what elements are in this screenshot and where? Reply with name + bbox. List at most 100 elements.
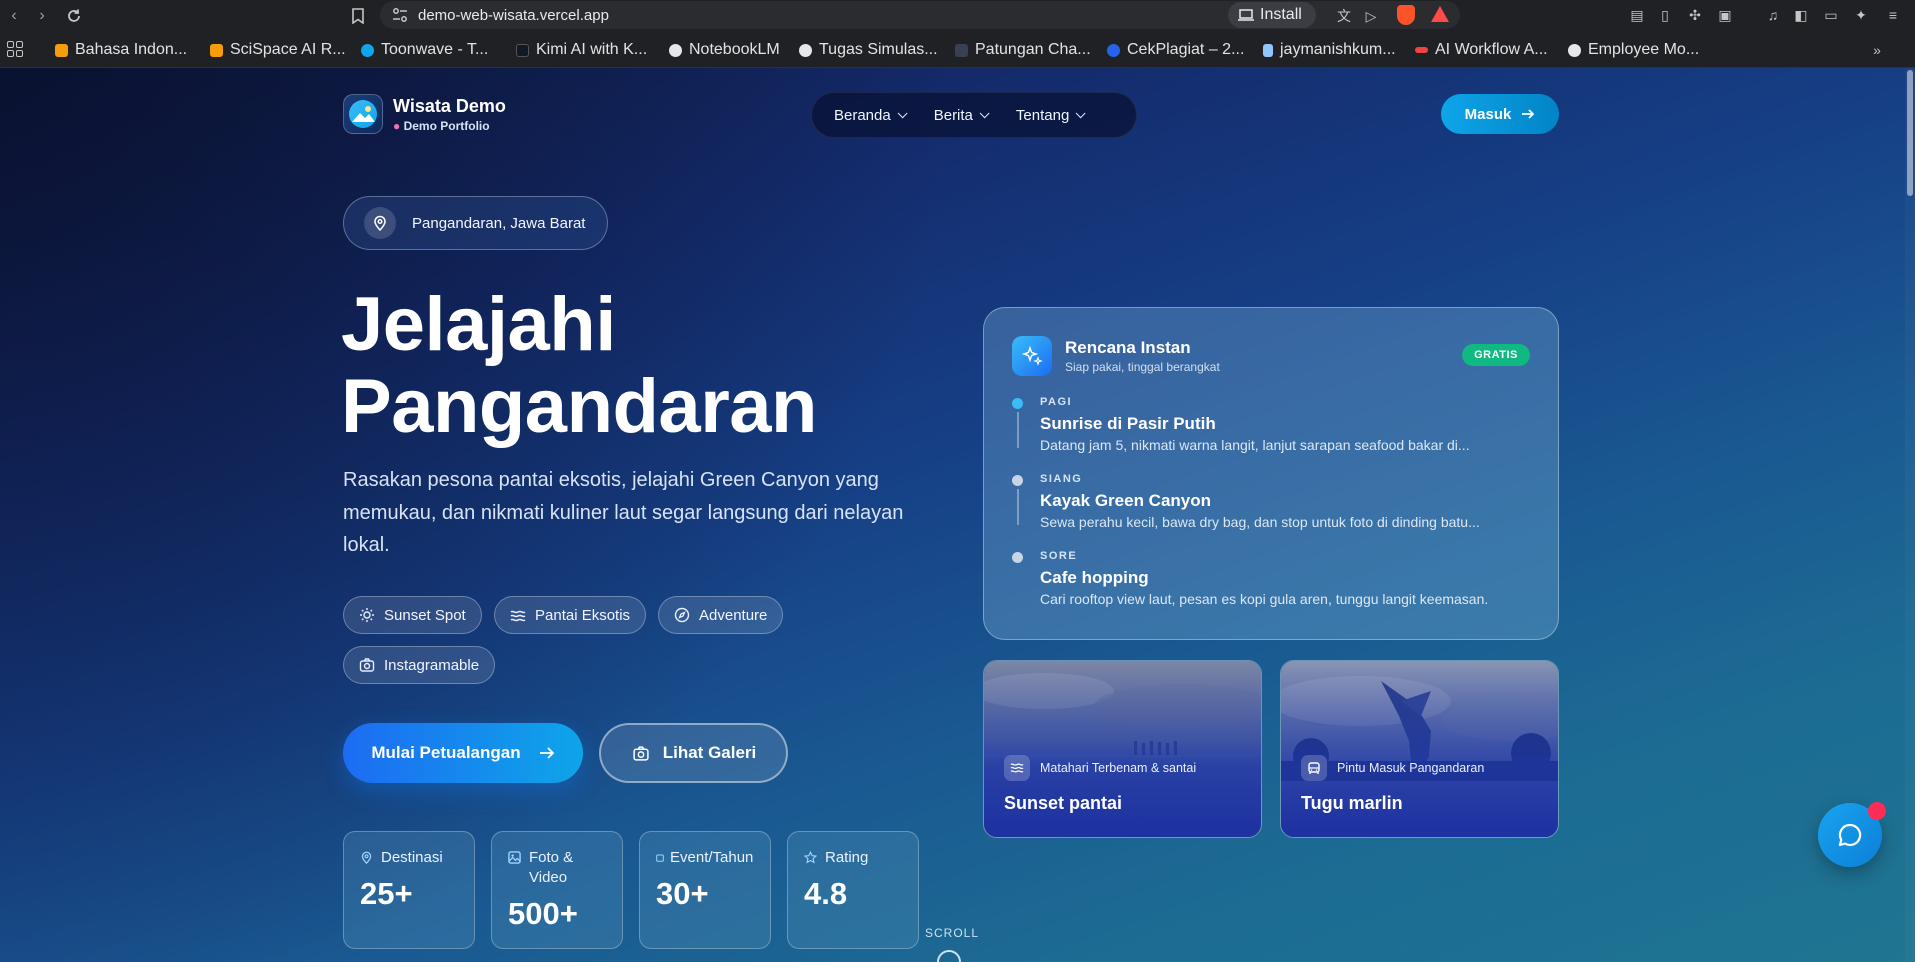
chat-bubble-icon (1838, 823, 1862, 847)
mouse-icon (937, 950, 961, 962)
bookmark-item[interactable]: CekPlagiat – 2... (1107, 40, 1244, 60)
url-text: demo-web-wisata.vercel.app (418, 7, 609, 24)
tag-pantai-eksotis[interactable]: Pantai Eksotis (494, 596, 647, 634)
photo-title: Sunset pantai (1004, 793, 1123, 813)
more-bookmarks-icon[interactable]: » (1868, 41, 1886, 59)
brave-shield-icon[interactable] (1397, 5, 1415, 25)
sidebar-icon[interactable]: ◧ (1792, 6, 1810, 24)
location-text: Pangandaran, Jawa Barat (412, 214, 586, 232)
brand[interactable]: Wisata Demo ● Demo Portfolio (343, 94, 506, 134)
brand-subtitle-text: Demo Portfolio (403, 118, 490, 133)
timeline-title: Cafe hopping (1040, 568, 1149, 587)
hero-title-line-1: Jelajahi (341, 282, 616, 367)
reload-icon[interactable] (62, 4, 86, 28)
timeline-period: PAGI (1040, 396, 1073, 408)
car-icon (1301, 755, 1327, 781)
login-button[interactable]: Masuk (1441, 94, 1559, 134)
chevron-down-icon (979, 107, 990, 118)
arrow-right-icon (1522, 109, 1535, 119)
scrollbar[interactable] (1905, 68, 1915, 962)
arrow-right-icon (539, 747, 554, 759)
stat-card-destinasi: Destinasi 25+ (343, 831, 475, 949)
screenshot-icon[interactable]: ▣ (1716, 6, 1734, 24)
brave-rewards-icon[interactable] (1431, 6, 1449, 22)
plan-title: Rencana Instan (1065, 338, 1191, 357)
tag-adventure[interactable]: Adventure (658, 596, 784, 634)
bookmark-favicon-icon (669, 43, 682, 57)
bookmark-item[interactable]: Tugas Simulas... (799, 40, 938, 60)
send-icon[interactable]: ▷ (1362, 7, 1380, 25)
bookmark-item[interactable]: NotebookLM (669, 40, 780, 60)
brand-name: Wisata Demo (393, 95, 506, 116)
bookmark-favicon-icon (1568, 43, 1581, 57)
timeline-description: Cari rooftop view laut, pesan es kopi gu… (1040, 591, 1489, 607)
bookmark-item[interactable]: Toonwave - T... (361, 40, 488, 60)
star-icon (804, 851, 817, 864)
brand-logo-icon (343, 94, 383, 134)
stat-value: 500+ (508, 896, 578, 931)
back-icon[interactable]: ‹ (2, 4, 26, 28)
nav-item-tentang[interactable]: Tentang (1016, 107, 1086, 124)
address-bar[interactable]: demo-web-wisata.vercel.app Install 文 ▷ (380, 1, 1460, 29)
free-badge: GRATIS (1462, 344, 1530, 366)
tag-sunset-spot[interactable]: Sunset Spot (343, 596, 482, 634)
bookmark-item[interactable]: jaymanishkum... (1263, 40, 1396, 60)
stat-card-rating: Rating 4.8 (787, 831, 919, 949)
ai-assistant-icon[interactable]: ✦ (1852, 6, 1870, 24)
notification-dot (1868, 802, 1886, 820)
bookmark-item[interactable]: SciSpace AI R... (210, 40, 346, 60)
waves-icon (1004, 755, 1030, 781)
main-nav: Beranda Berita Tentang (811, 92, 1137, 138)
cta-primary-label: Mulai Petualangan (371, 743, 521, 762)
media-icon[interactable]: ♫ (1764, 6, 1782, 24)
browser-toolbar: ‹ › demo-web-wisata.vercel.app Install 文… (0, 0, 1915, 32)
chevron-down-icon (1075, 107, 1086, 118)
scroll-thumb[interactable] (1907, 70, 1913, 196)
timeline-description: Sewa perahu kecil, bawa dry bag, dan sto… (1040, 514, 1480, 530)
bookmark-favicon-icon (1107, 43, 1120, 57)
view-gallery-button[interactable]: Lihat Galeri (599, 723, 788, 783)
stat-label: Foto & Video (529, 849, 574, 886)
tag-label: Pantai Eksotis (535, 606, 631, 624)
location-pill[interactable]: Pangandaran, Jawa Barat (343, 196, 608, 250)
bookmark-item[interactable]: AI Workflow A... (1415, 40, 1548, 60)
bookmark-item[interactable]: Kimi AI with K... (516, 40, 647, 60)
apps-icon[interactable] (7, 41, 23, 57)
bookmark-label: Patungan Cha... (975, 41, 1091, 58)
plan-subtitle: Siap pakai, tinggal berangkat (1065, 360, 1220, 374)
image-icon (508, 851, 521, 864)
translate-icon[interactable]: 文 (1335, 7, 1353, 25)
nav-item-berita[interactable]: Berita (934, 107, 990, 124)
bookmark-icon[interactable] (346, 4, 370, 28)
site-settings-icon[interactable] (392, 8, 408, 22)
reading-list-icon[interactable]: ▤ (1628, 6, 1646, 24)
gallery-card-sunset[interactable]: Matahari Terbenam & santai Sunset pantai (983, 660, 1262, 838)
wallet-icon[interactable]: ▭ (1822, 6, 1840, 24)
document-icon[interactable]: ▯ (1656, 6, 1674, 24)
bookmark-label: AI Workflow A... (1435, 41, 1548, 58)
bookmark-favicon-icon (1415, 47, 1428, 53)
menu-icon[interactable]: ≡ (1884, 6, 1902, 24)
timeline-dot (1012, 475, 1023, 486)
nav-item-beranda[interactable]: Beranda (834, 106, 908, 124)
bookmark-item[interactable]: Bahasa Indon... (55, 40, 187, 60)
map-pin-icon (364, 207, 396, 239)
bookmark-item[interactable]: Patungan Cha... (955, 40, 1091, 60)
timeline-line (1017, 489, 1019, 525)
bookmark-label: Employee Mo... (1588, 41, 1700, 58)
forward-icon[interactable]: › (30, 4, 54, 28)
timeline-dot (1012, 552, 1023, 563)
tag-label: Instagramable (384, 656, 480, 674)
start-adventure-button[interactable]: Mulai Petualangan (343, 723, 583, 783)
install-button[interactable]: Install (1228, 2, 1316, 28)
gallery-card-tugu-marlin[interactable]: Pintu Masuk Pangandaran Tugu marlin (1280, 660, 1559, 838)
nav-label: Beranda (834, 106, 891, 124)
timeline-period: SIANG (1040, 473, 1083, 485)
brand-subtitle: ● Demo Portfolio (393, 119, 506, 133)
extensions-icon[interactable]: ✣ (1686, 6, 1704, 24)
timeline-title: Kayak Green Canyon (1040, 491, 1212, 510)
tag-instagramable[interactable]: Instagramable (343, 646, 496, 684)
sun-icon (360, 608, 374, 622)
hero-title: Jelajahi Pangandaran (341, 284, 817, 448)
bookmark-item[interactable]: Employee Mo... (1568, 40, 1699, 60)
